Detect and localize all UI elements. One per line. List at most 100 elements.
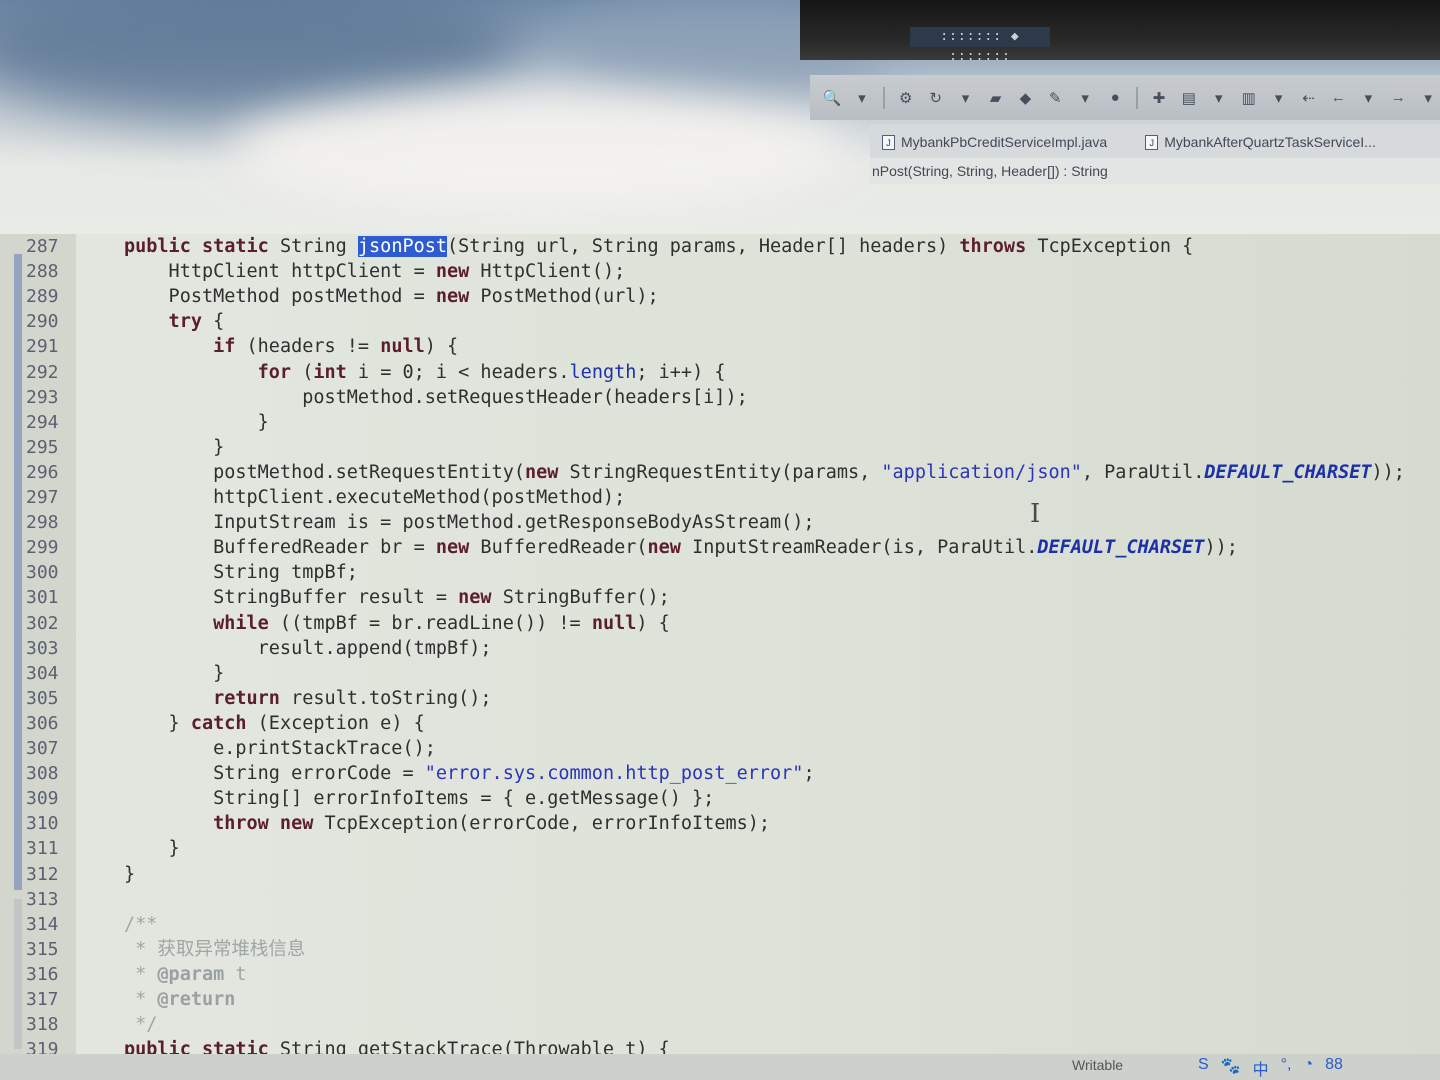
code-token: httpClient.executeMethod(postMethod); [124,487,626,508]
back-icon[interactable]: ⇠ [1297,86,1321,110]
ime-sogou-icon[interactable]: S [1198,1056,1209,1080]
line-number: 310 [26,813,59,835]
dropdown-arrow-icon[interactable]: ▾ [850,86,874,110]
code-line[interactable]: 308 String errorCode = "error.sys.common… [0,761,1440,786]
forward-arrow-icon[interactable]: → [1386,86,1410,110]
ime-chinese-icon[interactable]: 中 [1253,1056,1269,1080]
code-token: String[] errorInfoItems = { e.getMessage… [124,788,715,810]
package-icon[interactable]: ◆ [1013,86,1037,110]
code-line[interactable]: 291 if (headers != null) { [0,334,1440,359]
code-token: String [279,236,358,257]
blur-shape [230,90,850,210]
folder-icon[interactable]: ▰ [984,86,1008,110]
code-line[interactable]: 313 [0,887,1440,912]
code-line[interactable]: 289 PostMethod postMethod = new PostMeth… [0,284,1440,309]
code-token: @param [157,963,225,985]
line-number: 313 [26,888,59,910]
code-line[interactable]: 311 } [0,836,1440,861]
code-line[interactable]: 314 /** [0,912,1440,937]
code-line[interactable]: 300 String tmpBf; [0,560,1440,585]
code-token: for [124,361,292,383]
code-token: /** [124,913,158,935]
code-token: } [124,411,269,433]
annotation-icon[interactable]: ▤ [1177,86,1201,110]
main-toolbar: 🔍 ▾ ⚙ ↻ ▾ ▰ ◆ ✎ ▾ ● ✚ ▤ ▾ ▥ ▾ ⇠ ← ▾ → ▾ [810,75,1440,120]
line-number: 300 [26,562,59,584]
globe-icon[interactable]: ● [1103,86,1127,110]
code-text: throw new TcpException(errorCode, errorI… [124,811,770,836]
code-line[interactable]: 292 for (int i = 0; i < headers.length; … [0,360,1440,385]
code-line[interactable]: 315 * 获取异常堆栈信息 [0,937,1440,962]
toolbar-separator [1136,86,1139,109]
code-token: } [124,662,225,684]
window-title: ::::::: ◆ ::::::: [910,27,1050,64]
dropdown-arrow-icon[interactable]: ▾ [1207,86,1231,110]
code-token: , ParaUtil. [1081,461,1205,483]
code-line[interactable]: 307 e.printStackTrace(); [0,736,1440,761]
editor-tab-1[interactable]: J MybankAfterQuartzTaskServiceI... [1141,134,1380,158]
code-token: new [647,537,681,559]
code-line[interactable]: 310 throw new TcpException(errorCode, er… [0,811,1440,836]
code-token: throws [959,236,1027,257]
code-text: return result.toString(); [124,686,491,711]
search-icon[interactable]: 🔍 [820,86,844,110]
breadcrumb[interactable]: nPost(String, String, Header[]) : String [870,158,1440,184]
code-line[interactable]: 287 public static String jsonPost(String … [0,234,1440,259]
dropdown-arrow-icon[interactable]: ▾ [1267,86,1291,110]
line-number: 297 [26,487,59,508]
code-editor[interactable]: 287 public static String jsonPost(String … [0,234,1440,1060]
code-line[interactable]: 304 } [0,661,1440,686]
code-line[interactable]: 317 * @return [0,987,1440,1012]
editor-tab-0[interactable]: J MybankPbCreditServiceImpl.java [878,134,1111,158]
refresh-icon[interactable]: ↻ [924,86,948,110]
dropdown-arrow-icon[interactable]: ▾ [1073,86,1097,110]
next-annotation-icon[interactable]: ▥ [1237,86,1261,110]
code-text: BufferedReader br = new BufferedReader(n… [124,535,1238,560]
ime-menu-icon[interactable]: 88 [1325,1056,1343,1080]
debug-icon[interactable]: ⚙ [894,86,918,110]
dropdown-arrow-icon[interactable]: ▾ [954,86,978,110]
code-text: InputStream is = postMethod.getResponseB… [124,510,815,535]
dropdown-arrow-icon[interactable]: ▾ [1416,86,1440,110]
code-token: InputStream is = postMethod.getResponseB… [124,512,815,534]
window-title-bar [800,0,1440,60]
code-line[interactable]: 297 httpClient.executeMethod(postMethod)… [0,485,1440,510]
code-line[interactable]: 316 * @param t [0,962,1440,987]
code-line[interactable]: 318 */ [0,1012,1440,1037]
code-line[interactable]: 299 BufferedReader br = new BufferedRead… [0,535,1440,560]
ime-paw-icon[interactable]: 🐾 [1221,1056,1241,1080]
line-number: 312 [26,863,59,885]
ime-punctuation-icon[interactable]: °, [1281,1056,1292,1080]
pin-icon[interactable]: ✚ [1147,86,1171,110]
code-token: HttpClient httpClient = [124,261,436,283]
code-token: (String url, String params, Header[] hea… [447,236,960,257]
code-line[interactable]: 306 } catch (Exception e) { [0,711,1440,736]
editor-tab-label: MybankPbCreditServiceImpl.java [901,134,1108,150]
code-token: BufferedReader( [469,537,648,559]
code-line[interactable]: 290 try { [0,309,1440,334]
code-text: String[] errorInfoItems = { e.getMessage… [124,786,714,811]
code-line[interactable]: 296 postMethod.setRequestEntity(new Stri… [0,460,1440,485]
code-token: throw new [124,813,314,835]
line-number: 314 [26,913,59,935]
code-line[interactable]: 301 StringBuffer result = new StringBuff… [0,585,1440,610]
code-line[interactable]: 294 } [0,410,1440,435]
code-line[interactable]: 309 String[] errorInfoItems = { e.getMes… [0,786,1440,811]
code-line[interactable]: 312} [0,862,1440,887]
code-token: ; i++) { [636,361,726,383]
ime-moon-icon[interactable]: ◔ [1303,1056,1313,1080]
code-token: (Exception e) { [246,712,425,734]
code-token: int [313,361,347,383]
code-line[interactable]: 295 } [0,435,1440,460]
code-token: ; [803,763,815,785]
code-line[interactable]: 293 postMethod.setRequestHeader(headers[… [0,385,1440,410]
code-line[interactable]: 305 return result.toString(); [0,686,1440,711]
code-line[interactable]: 298 InputStream is = postMethod.getRespo… [0,510,1440,535]
code-line[interactable]: 288 HttpClient httpClient = new HttpClie… [0,259,1440,284]
edit-icon[interactable]: ✎ [1043,86,1067,110]
dropdown-arrow-icon[interactable]: ▾ [1356,86,1380,110]
code-line[interactable]: 302 while ((tmpBf = br.readLine()) != nu… [0,611,1440,636]
back-arrow-icon[interactable]: ← [1326,86,1350,110]
code-line[interactable]: 303 result.append(tmpBf); [0,636,1440,661]
code-token: DEFAULT_CHARSET [1037,537,1205,559]
